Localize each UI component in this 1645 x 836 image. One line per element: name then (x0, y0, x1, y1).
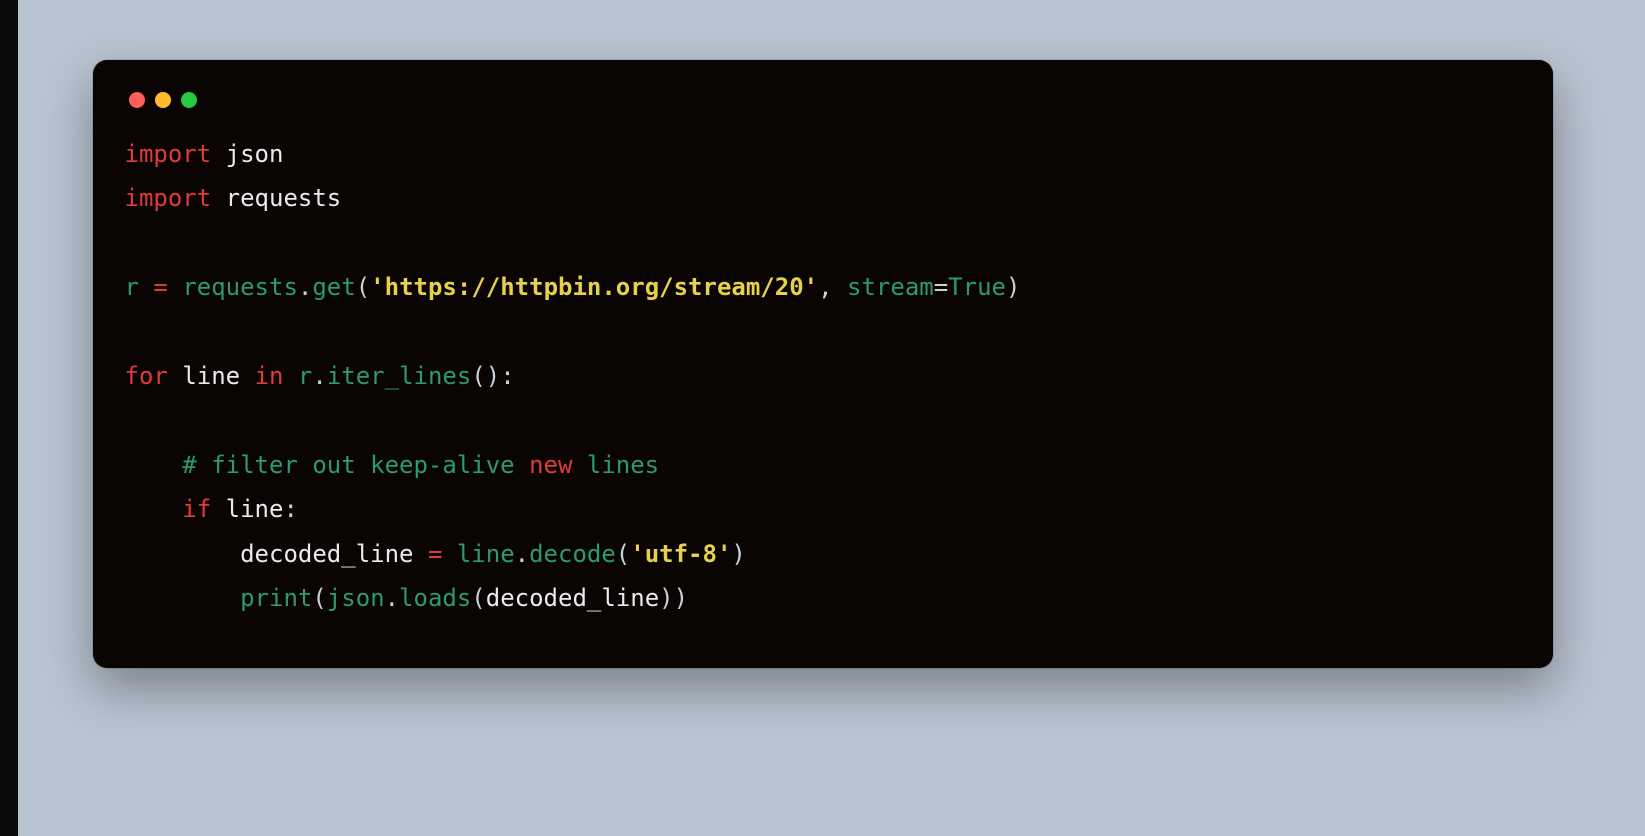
window-close-icon[interactable] (129, 92, 145, 108)
operator-assign: = (428, 540, 442, 568)
keyword-import: import (125, 140, 212, 168)
module-json: json (226, 140, 284, 168)
variable-r: r (298, 362, 312, 390)
paren-close: ) (1006, 273, 1020, 301)
string-url: 'https://httpbin.org/stream/20' (370, 273, 818, 301)
code-window: import json import requests r = requests… (93, 60, 1553, 668)
keyword-import: import (125, 184, 212, 212)
module-json: json (327, 584, 385, 612)
code-block: import json import requests r = requests… (125, 132, 1521, 620)
colon: : (500, 362, 514, 390)
call-loads: loads (399, 584, 471, 612)
literal-true: True (948, 273, 1006, 301)
dot: . (385, 584, 399, 612)
paren-close: ) (674, 584, 688, 612)
left-stripe (0, 0, 18, 836)
comma: , (818, 273, 832, 301)
variable-r: r (125, 273, 139, 301)
dot: . (298, 273, 312, 301)
variable-line: line (226, 495, 284, 523)
comment: # filter out keep-alive (182, 451, 529, 479)
paren-open: ( (471, 362, 485, 390)
dot: . (515, 540, 529, 568)
comment: lines (572, 451, 659, 479)
equals: = (934, 273, 948, 301)
variable-decoded-line: decoded_line (240, 540, 413, 568)
window-minimize-icon[interactable] (155, 92, 171, 108)
keyword-if: if (182, 495, 211, 523)
dot: . (312, 362, 326, 390)
variable-line: line (457, 540, 515, 568)
paren-open: ( (312, 584, 326, 612)
operator-assign: = (153, 273, 167, 301)
call-iter-lines: iter_lines (327, 362, 472, 390)
paren-open: ( (471, 584, 485, 612)
paren-close: ) (486, 362, 500, 390)
paren-open: ( (616, 540, 630, 568)
module-requests: requests (226, 184, 342, 212)
variable-line: line (182, 362, 240, 390)
kwarg-stream: stream (847, 273, 934, 301)
string-utf8: 'utf-8' (630, 540, 731, 568)
keyword-for: for (125, 362, 168, 390)
call-requests: requests (182, 273, 298, 301)
comment-word-new: new (529, 451, 572, 479)
paren-close: ) (659, 584, 673, 612)
keyword-in: in (255, 362, 284, 390)
window-zoom-icon[interactable] (181, 92, 197, 108)
window-titlebar (125, 88, 1521, 132)
call-decode: decode (529, 540, 616, 568)
call-get: get (312, 273, 355, 301)
paren-close: ) (731, 540, 745, 568)
colon: : (283, 495, 297, 523)
variable-decoded-line: decoded_line (486, 584, 659, 612)
paren-open: ( (356, 273, 370, 301)
call-print: print (240, 584, 312, 612)
